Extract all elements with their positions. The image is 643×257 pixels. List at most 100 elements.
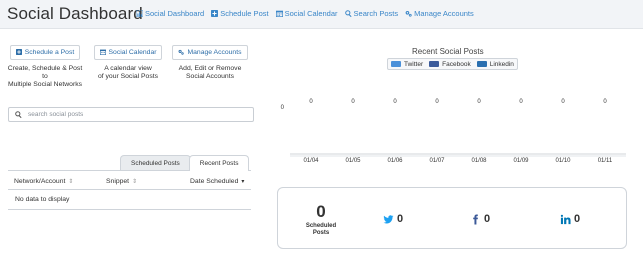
nav-manage-accounts[interactable]: Manage Accounts bbox=[405, 9, 474, 18]
nav-links: Social Dashboard Schedule Post Social Ca… bbox=[136, 9, 474, 18]
tab-recent-posts[interactable]: Recent Posts bbox=[188, 155, 250, 171]
linkedin-stat: 0 bbox=[560, 213, 580, 225]
sort-desc-icon: ▾ bbox=[241, 179, 245, 185]
x-tick-label: 01/04 bbox=[303, 158, 319, 164]
column-label: Snippet bbox=[106, 178, 130, 185]
column-header-date[interactable]: Date Scheduled ▾ bbox=[190, 178, 244, 185]
facebook-icon bbox=[473, 213, 478, 225]
column-label: Network/Account bbox=[14, 178, 66, 185]
data-label: 0 bbox=[519, 99, 523, 105]
description-line: Social Accounts bbox=[186, 73, 234, 80]
data-label: 0 bbox=[351, 99, 355, 105]
nav-label: Schedule Post bbox=[220, 9, 269, 18]
app-title[interactable]: Social Dashboard bbox=[7, 4, 143, 24]
legend-swatch bbox=[476, 61, 487, 67]
search-icon bbox=[15, 111, 22, 118]
column-label: Date Scheduled bbox=[190, 178, 239, 185]
column-header-snippet[interactable]: Snippet ⇕ bbox=[106, 178, 137, 185]
action-description: A calendar view of your Social Posts bbox=[88, 65, 168, 81]
action-social-calendar: Social Calendar A calendar view of your … bbox=[88, 42, 168, 81]
nav-label: Social Calendar bbox=[284, 9, 338, 18]
x-tick-label: 01/08 bbox=[471, 158, 487, 164]
action-manage-accounts: Manage Accounts Add, Edit or Remove Soci… bbox=[170, 42, 250, 81]
x-tick-label: 01/07 bbox=[429, 158, 445, 164]
y-tick-label: 0 bbox=[281, 105, 285, 111]
data-label: 0 bbox=[603, 99, 607, 105]
description-line: Add, Edit or Remove bbox=[178, 65, 242, 72]
description-line: A calendar view bbox=[104, 65, 152, 72]
legend-swatch bbox=[429, 61, 440, 67]
nav-social-dashboard[interactable]: Social Dashboard bbox=[136, 9, 204, 18]
table-header: Network/Account ⇕ Snippet ⇕ Date Scheduled… bbox=[8, 173, 251, 190]
facebook-count: 0 bbox=[484, 213, 491, 225]
gears-icon bbox=[405, 10, 412, 17]
legend-item-linkedin[interactable]: Linkedin bbox=[476, 60, 514, 68]
x-tick-label: 01/09 bbox=[513, 158, 529, 164]
sort-icon: ⇕ bbox=[68, 179, 74, 185]
stats-card: 0 Scheduled Posts 0 0 0 bbox=[277, 187, 627, 249]
legend-label: Twitter bbox=[404, 60, 424, 68]
manage-accounts-button[interactable]: Manage Accounts bbox=[172, 44, 248, 60]
column-header-network[interactable]: Network/Account ⇕ bbox=[14, 178, 73, 185]
top-navbar: Social Dashboard Social Dashboard Schedu… bbox=[0, 0, 643, 29]
x-tick-label: 01/11 bbox=[598, 158, 613, 164]
nav-label: Search Posts bbox=[353, 9, 399, 18]
facebook-stat: 0 bbox=[470, 213, 490, 225]
data-label: 0 bbox=[561, 99, 565, 105]
legend-label: Facebook bbox=[442, 60, 471, 68]
x-tick-label: 01/06 bbox=[387, 158, 403, 164]
legend-item-twitter[interactable]: Twitter bbox=[391, 61, 423, 68]
x-tick-label: 01/10 bbox=[555, 158, 571, 164]
legend-swatch bbox=[391, 61, 401, 67]
description-line: Create, Schedule & Post to bbox=[7, 65, 83, 80]
action-schedule-post: Schedule a Post Create, Schedule & Post … bbox=[5, 42, 85, 89]
scheduled-label-line: Posts bbox=[312, 230, 330, 236]
posts-tabs: Scheduled Posts Recent Posts bbox=[120, 155, 250, 171]
recent-posts-chart: 0 0 01/04 0 01/05 0 01/06 0 01/07 0 01/08 0 01/09 0 01… bbox=[281, 99, 626, 164]
button-label: Manage Accounts bbox=[187, 48, 242, 56]
scheduled-label-line: Scheduled bbox=[305, 223, 337, 229]
sort-icon: ⇕ bbox=[132, 179, 138, 185]
data-label: 0 bbox=[435, 99, 439, 105]
button-label: Social Calendar bbox=[108, 48, 157, 56]
nav-social-calendar[interactable]: Social Calendar bbox=[275, 9, 338, 18]
button-label: Schedule a Post bbox=[24, 48, 75, 56]
bar-chart-icon bbox=[136, 10, 143, 17]
linkedin-icon bbox=[560, 214, 571, 224]
x-tick-label: 01/05 bbox=[345, 158, 361, 164]
linkedin-count: 0 bbox=[574, 213, 581, 225]
search-input[interactable] bbox=[28, 111, 248, 118]
legend-label: Linkedin bbox=[489, 60, 514, 68]
data-label: 0 bbox=[393, 99, 397, 105]
action-description: Add, Edit or Remove Social Accounts bbox=[170, 65, 250, 81]
chart-legend: Twitter Facebook Linkedin bbox=[387, 58, 518, 70]
twitter-stat: 0 bbox=[383, 213, 403, 225]
description-line: of your Social Posts bbox=[97, 73, 159, 80]
twitter-count: 0 bbox=[397, 213, 404, 225]
data-label: 0 bbox=[309, 99, 313, 105]
schedule-post-button[interactable]: Schedule a Post bbox=[9, 44, 81, 60]
table-empty-message: No data to display bbox=[15, 196, 70, 203]
plus-square-icon bbox=[15, 49, 22, 55]
scheduled-label: Scheduled Posts bbox=[298, 223, 344, 237]
plus-square-icon bbox=[211, 10, 219, 17]
chart-title: Recent Social Posts bbox=[412, 47, 484, 56]
twitter-icon bbox=[383, 214, 394, 223]
tab-scheduled-posts[interactable]: Scheduled Posts bbox=[120, 155, 191, 171]
action-description: Create, Schedule & Post to Multiple Soci… bbox=[5, 65, 85, 89]
search-icon bbox=[344, 10, 352, 17]
nav-label: Social Dashboard bbox=[145, 9, 205, 18]
social-calendar-button[interactable]: Social Calendar bbox=[93, 44, 163, 60]
legend-item-facebook[interactable]: Facebook bbox=[429, 61, 471, 68]
nav-search-posts[interactable]: Search Posts bbox=[344, 9, 399, 18]
nav-schedule-post[interactable]: Schedule Post bbox=[211, 9, 269, 18]
calendar-icon bbox=[275, 10, 283, 17]
nav-label: Manage Accounts bbox=[414, 9, 474, 18]
scheduled-count: 0 bbox=[316, 202, 326, 221]
gears-icon bbox=[179, 49, 185, 55]
table-bottom-border bbox=[8, 209, 251, 210]
search-box[interactable] bbox=[8, 107, 254, 122]
calendar-icon bbox=[99, 49, 106, 55]
description-line: Multiple Social Networks bbox=[7, 81, 83, 88]
data-label: 0 bbox=[477, 99, 481, 105]
